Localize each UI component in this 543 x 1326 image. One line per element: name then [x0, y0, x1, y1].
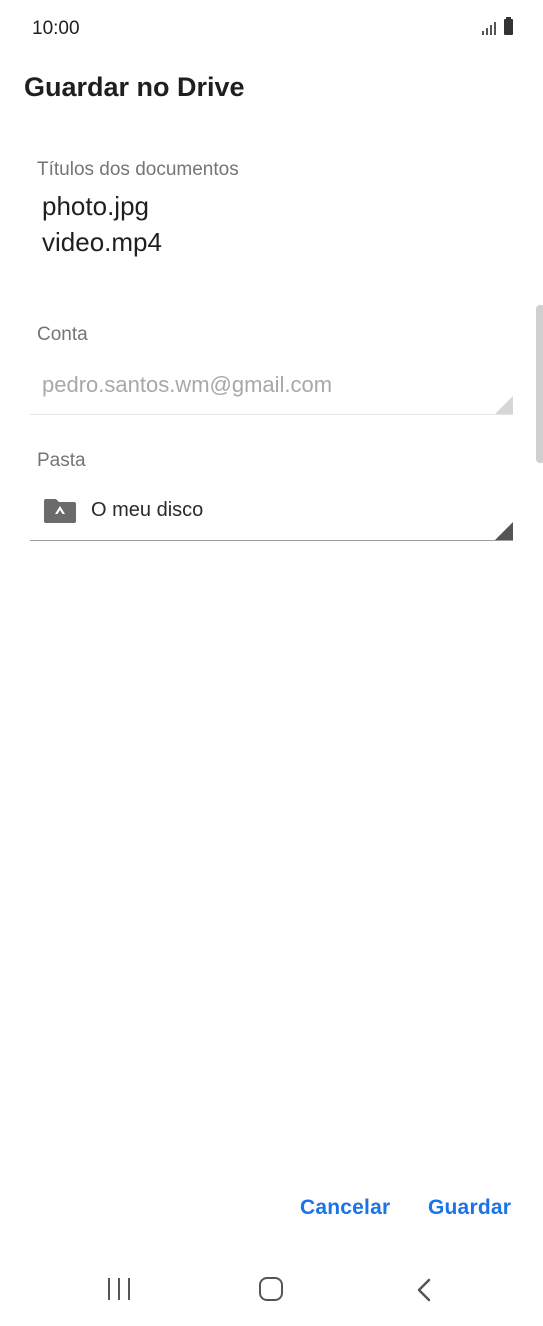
save-to-drive-screen: 10:00 Guardar no Drive Títulos dos docum… — [0, 0, 543, 1326]
battery-icon — [504, 17, 513, 35]
document-names-text: photo.jpg video.mp4 — [42, 191, 162, 257]
account-dropdown-value: pedro.santos.wm@gmail.com — [42, 372, 333, 397]
account-underline — [30, 414, 513, 415]
folder-name: O meu disco — [91, 498, 204, 521]
home-icon[interactable] — [259, 1277, 283, 1301]
account-label: Conta — [37, 324, 88, 345]
page-title: Guardar no Drive — [24, 72, 245, 102]
cancel-button[interactable]: Cancelar — [300, 1196, 390, 1220]
recent-apps-icon[interactable] — [108, 1278, 130, 1300]
status-bar: 10:00 — [0, 0, 543, 58]
status-icons — [482, 17, 513, 35]
status-time: 10:00 — [32, 18, 80, 39]
documents-label: Títulos dos documentos — [37, 159, 239, 180]
folder-underline — [30, 540, 513, 541]
folder-dropdown[interactable]: O meu disco — [44, 494, 203, 526]
save-button[interactable]: Guardar — [428, 1196, 511, 1220]
folder-dropdown-arrow-icon[interactable] — [495, 522, 513, 540]
signal-icon — [482, 19, 496, 35]
account-dropdown-arrow-icon — [495, 396, 513, 414]
back-icon[interactable] — [414, 1278, 436, 1302]
navigation-bar — [0, 1250, 543, 1326]
document-names[interactable]: photo.jpg video.mp4 — [42, 188, 162, 260]
folder-label: Pasta — [37, 450, 86, 471]
drive-folder-icon — [44, 499, 76, 523]
scroll-handle[interactable] — [536, 305, 543, 463]
